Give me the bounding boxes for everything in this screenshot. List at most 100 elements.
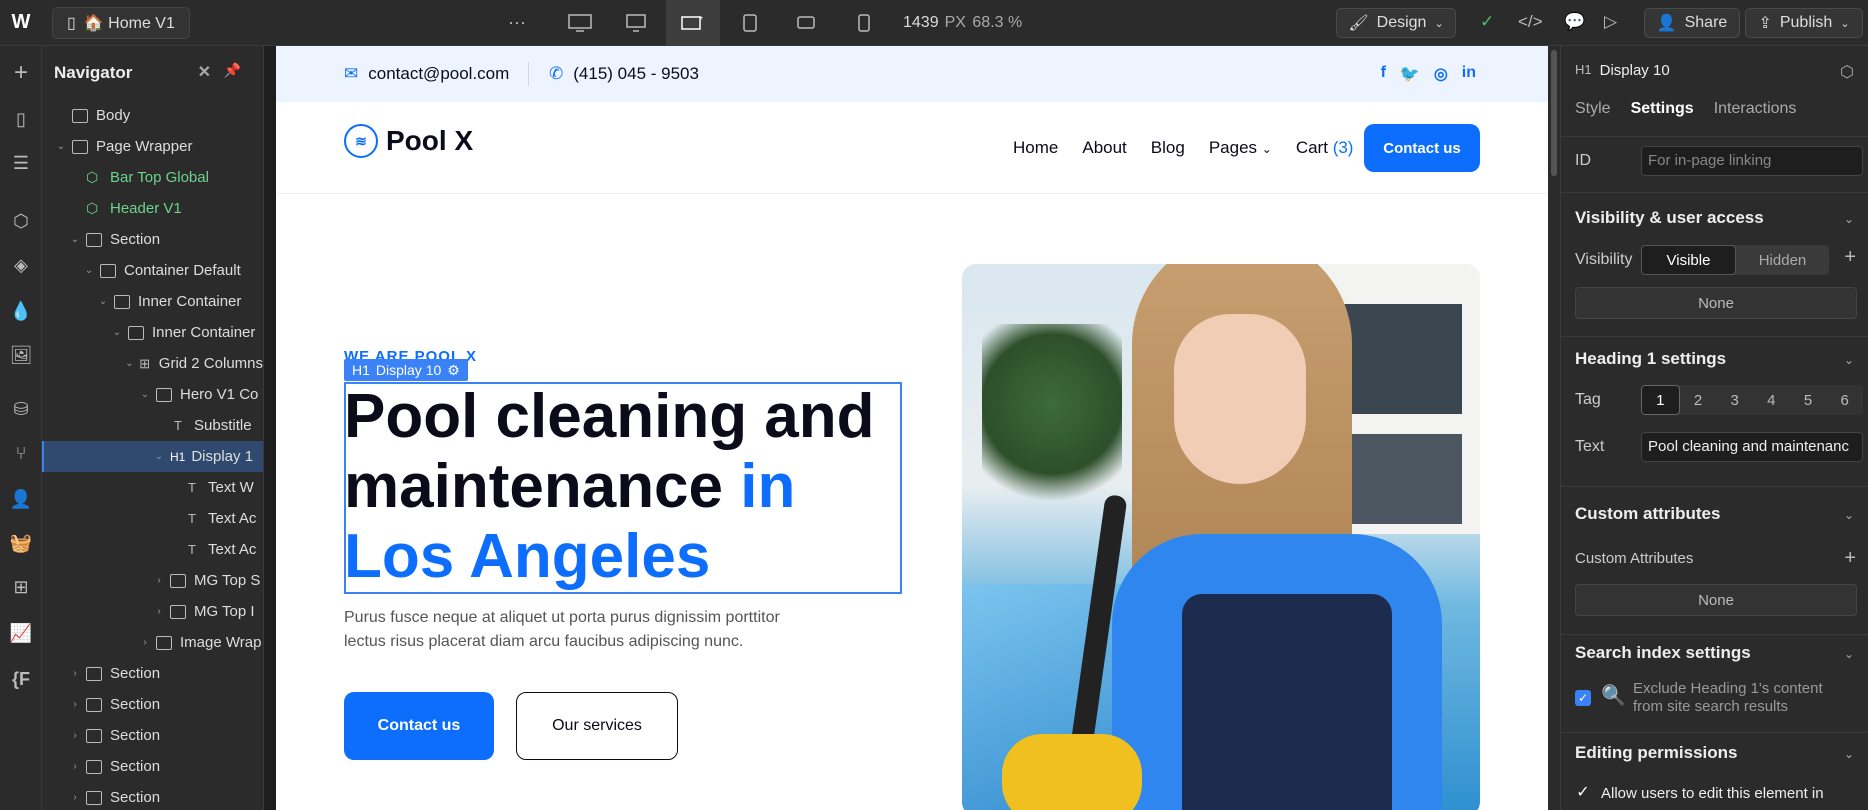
chevron-down-icon[interactable]: ⌄	[68, 234, 82, 245]
add-condition-icon[interactable]: +	[1844, 246, 1856, 269]
tree-node-substitle[interactable]: T Substitle	[42, 410, 263, 441]
scrollbar-thumb[interactable]	[1551, 50, 1557, 176]
heading-settings-title[interactable]: Heading 1 settings	[1575, 349, 1726, 369]
navigator-icon[interactable]: ☰	[8, 150, 34, 176]
tree-node-section[interactable]: › Section	[42, 751, 263, 782]
tree-node-section[interactable]: › Section	[42, 658, 263, 689]
close-icon[interactable]: ✕	[198, 62, 211, 82]
menu-cart[interactable]: Cart (3)	[1296, 138, 1354, 158]
tab-settings[interactable]: Settings	[1631, 100, 1694, 118]
chevron-right-icon[interactable]: ›	[68, 730, 82, 741]
breakpoint-desktop-icon[interactable]	[610, 0, 662, 46]
chevron-right-icon[interactable]: ›	[68, 668, 82, 679]
hero-image[interactable]	[962, 264, 1480, 810]
chevron-down-icon[interactable]: ⌄	[54, 141, 68, 152]
cms-icon[interactable]: ⛁	[8, 396, 34, 422]
hero-paragraph[interactable]: Purus fusce neque at aliquet ut porta pu…	[344, 606, 814, 654]
heading-text-input[interactable]: Pool cleaning and maintenanc	[1641, 432, 1863, 462]
tree-node-grid[interactable]: ⌄ ⊞ Grid 2 Columns	[42, 348, 263, 379]
tree-node-header-v1[interactable]: ⬡ Header V1	[42, 193, 263, 224]
linkedin-icon[interactable]: in	[1462, 64, 1476, 84]
tree-node-section[interactable]: › Section	[42, 720, 263, 751]
tag-h1[interactable]: 1	[1641, 385, 1680, 415]
chevron-down-icon[interactable]: ⌄	[96, 296, 110, 307]
code-icon[interactable]: </>	[1518, 12, 1543, 32]
search-index-title[interactable]: Search index settings	[1575, 643, 1751, 663]
webflow-logo[interactable]: W	[0, 0, 42, 46]
chevron-down-icon[interactable]: ⌄	[138, 389, 152, 400]
menu-pages[interactable]: Pages ⌄	[1209, 138, 1272, 158]
breakpoint-mobile-icon[interactable]	[838, 0, 890, 46]
tree-node-hero[interactable]: ⌄ Hero V1 Co	[42, 379, 263, 410]
code-embed-icon[interactable]: {F	[8, 666, 34, 692]
chevron-right-icon[interactable]: ›	[68, 699, 82, 710]
tree-node-section[interactable]: › Section	[42, 689, 263, 720]
apps-icon[interactable]: ⊞	[8, 574, 34, 600]
header-contact-button[interactable]: Contact us	[1364, 124, 1480, 172]
allow-edit-checkbox[interactable]: ✓	[1575, 784, 1591, 801]
visibility-conditions-box[interactable]: None	[1575, 287, 1857, 319]
chevron-down-icon[interactable]: ⌄	[152, 451, 166, 462]
exclude-search-checkbox[interactable]: ✓	[1575, 690, 1591, 706]
design-mode-dropdown[interactable]: 🖌 Design ⌄	[1336, 8, 1456, 38]
menu-home[interactable]: Home	[1013, 138, 1058, 158]
gear-icon[interactable]: ⚙	[447, 362, 460, 379]
canvas-scrollbar[interactable]	[1548, 46, 1560, 810]
tree-node-display-10[interactable]: ⌄ H1 Display 1	[42, 441, 263, 472]
users-icon[interactable]: 👤	[8, 486, 34, 512]
chevron-right-icon[interactable]: ›	[152, 606, 166, 617]
breakpoint-mobile-landscape-icon[interactable]	[780, 0, 832, 46]
analytics-icon[interactable]: 📈	[8, 620, 34, 646]
tag-h6[interactable]: 6	[1826, 385, 1863, 415]
chevron-down-icon[interactable]: ⌄	[1844, 353, 1854, 367]
comments-icon[interactable]: 💬	[1564, 12, 1585, 32]
design-canvas[interactable]: ✉ contact@pool.com ✆ (415) 045 - 9503 f 🐦 …	[276, 46, 1548, 810]
pin-icon[interactable]: 📌	[224, 62, 241, 79]
chevron-down-icon[interactable]: ⌄	[1844, 647, 1854, 661]
instagram-icon[interactable]: ◎	[1434, 64, 1448, 84]
publish-button[interactable]: ⇪ Publish ⌄	[1745, 8, 1863, 38]
tab-interactions[interactable]: Interactions	[1714, 100, 1797, 118]
status-check-icon[interactable]: ✓	[1480, 12, 1494, 32]
chevron-down-icon[interactable]: ⌄	[82, 265, 96, 276]
email-contact[interactable]: ✉ contact@pool.com	[344, 64, 509, 84]
more-menu-icon[interactable]: ···	[508, 12, 526, 33]
tag-h5[interactable]: 5	[1790, 385, 1827, 415]
tree-node-text[interactable]: T Text W	[42, 472, 263, 503]
tree-node-bar-top-global[interactable]: ⬡ Bar Top Global	[42, 162, 263, 193]
tree-node-inner-container[interactable]: ⌄ Inner Container	[42, 286, 263, 317]
contact-us-button[interactable]: Contact us	[344, 692, 494, 760]
pages-icon[interactable]: ▯	[8, 106, 34, 132]
site-logo[interactable]: ≋ Pool X	[344, 124, 473, 158]
tag-h4[interactable]: 4	[1753, 385, 1790, 415]
tree-node-inner-container[interactable]: ⌄ Inner Container	[42, 317, 263, 348]
id-input[interactable]: For in-page linking	[1641, 146, 1863, 176]
tree-node-image-wrap[interactable]: › Image Wrap	[42, 627, 263, 658]
share-button[interactable]: 👤 Share	[1644, 8, 1740, 38]
facebook-icon[interactable]: f	[1381, 64, 1386, 84]
tree-node-section[interactable]: ⌄ Section	[42, 224, 263, 255]
tree-node-mg-top[interactable]: › MG Top I	[42, 596, 263, 627]
component-icon[interactable]: ⬡	[1840, 62, 1854, 82]
chevron-down-icon[interactable]: ⌄	[124, 358, 135, 369]
tag-h2[interactable]: 2	[1680, 385, 1717, 415]
tree-node-text[interactable]: T Text Ac	[42, 534, 263, 565]
custom-attributes-box[interactable]: None	[1575, 584, 1857, 616]
tab-style[interactable]: Style	[1575, 100, 1611, 118]
components-icon[interactable]: ⬡	[8, 208, 34, 234]
add-attribute-icon[interactable]: +	[1844, 547, 1856, 570]
visibility-section-title[interactable]: Visibility & user access	[1575, 208, 1764, 228]
page-switcher-button[interactable]: ▯ 🏠 Home V1	[52, 6, 190, 39]
variables-icon[interactable]: 💧	[8, 298, 34, 324]
chevron-down-icon[interactable]: ⌄	[1844, 508, 1854, 522]
tree-node-mg-top[interactable]: › MG Top S	[42, 565, 263, 596]
custom-attributes-title[interactable]: Custom attributes	[1575, 504, 1720, 524]
preview-play-icon[interactable]: ▷	[1604, 12, 1617, 32]
tree-node-section[interactable]: › Section	[42, 782, 263, 810]
add-elements-icon[interactable]: +	[8, 59, 34, 86]
tree-node-container-default[interactable]: ⌄ Container Default	[42, 255, 263, 286]
twitter-icon[interactable]: 🐦	[1400, 64, 1420, 84]
styles-icon[interactable]: ◈	[8, 252, 34, 278]
hero-heading[interactable]: Pool cleaning and maintenance in Los Ang…	[344, 382, 904, 592]
tree-node-text[interactable]: T Text Ac	[42, 503, 263, 534]
